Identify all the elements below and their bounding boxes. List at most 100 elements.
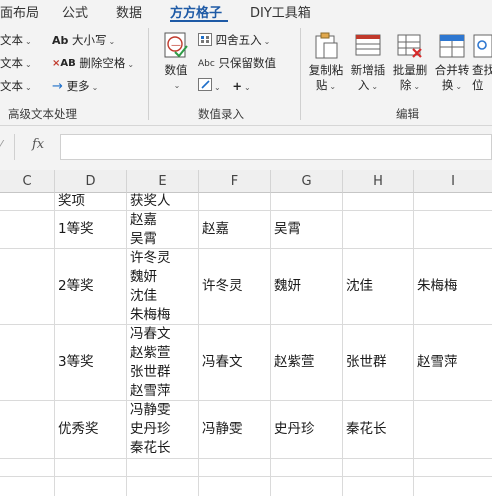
abc-icon: Abc (198, 58, 215, 69)
merge-convert-button[interactable]: 合并转 换 ⌄ (432, 32, 472, 94)
round-button[interactable]: 四舍五入 ⌄ (198, 32, 270, 49)
formula-bar-controls: ⁄ fx (0, 134, 58, 160)
group-label-numeric: 数值录入 (198, 107, 244, 121)
cell[interactable] (0, 249, 55, 325)
cell[interactable]: 1等奖 (55, 211, 127, 249)
tab-fangfanggezi[interactable]: 方方格子 (170, 2, 222, 21)
cell[interactable]: 优秀奖 (55, 401, 127, 459)
cell[interactable]: 朱梅梅 (414, 249, 492, 325)
cell[interactable]: 史丹珍 (271, 401, 343, 459)
cell[interactable] (414, 211, 492, 249)
column-header-c[interactable]: C (0, 170, 55, 193)
cell[interactable]: 奖项 (55, 193, 127, 211)
cell[interactable] (343, 193, 414, 211)
cell[interactable] (0, 325, 55, 401)
text-button-3[interactable]: 文本 ⌄ (0, 78, 32, 94)
cell[interactable] (0, 211, 55, 249)
cell[interactable] (271, 193, 343, 211)
cell[interactable] (414, 193, 492, 211)
cell[interactable]: 许冬灵 魏妍 沈佳 朱梅梅 (127, 249, 199, 325)
cell[interactable] (0, 459, 55, 477)
cell[interactable] (0, 193, 55, 211)
text-button-1[interactable]: 文本 ⌄ (0, 32, 32, 48)
cell[interactable] (127, 459, 199, 477)
tab-diy-toolbox[interactable]: DIY工具箱 (250, 2, 311, 21)
batch-delete-button[interactable]: 批量删 除 ⌄ (390, 32, 430, 94)
column-header-f[interactable]: F (199, 170, 271, 193)
column-header-g[interactable]: G (271, 170, 343, 193)
fx-icon[interactable]: fx (32, 137, 44, 152)
cell[interactable]: 许冬灵 (199, 249, 271, 325)
svg-text:—: — (171, 40, 181, 51)
cell[interactable]: 赵雪萍 (414, 325, 492, 401)
delete-space-button[interactable]: ×AB 删除空格 ⌄ (52, 55, 134, 71)
cell[interactable]: 冯春文 赵紫萱 张世群 赵雪萍 (127, 325, 199, 401)
cell[interactable] (127, 477, 199, 496)
value-button[interactable]: — 数值 ⌄ (158, 32, 194, 93)
copy-paste-button[interactable]: 复制粘 贴 ⌄ (306, 32, 346, 94)
tab-page-layout[interactable]: 面布局 (0, 2, 39, 21)
cell[interactable] (414, 401, 492, 459)
cell[interactable]: 张世群 (343, 325, 414, 401)
cell[interactable] (343, 459, 414, 477)
cell[interactable] (343, 211, 414, 249)
clipboard-icon (312, 32, 340, 63)
ribbon-separator (148, 28, 149, 120)
cell[interactable] (199, 459, 271, 477)
column-header-d[interactable]: D (55, 170, 127, 193)
insert-rows-icon (354, 32, 382, 63)
more-button[interactable]: → 更多 ⌄ (52, 78, 98, 94)
numeric-more-buttons[interactable]: ⌄ + ⌄ (198, 78, 251, 94)
cell[interactable]: 赵嘉 吴霄 (127, 211, 199, 249)
find-locate-button[interactable]: 查找 位 (472, 32, 492, 93)
cell[interactable] (414, 477, 492, 496)
cell[interactable]: 3等奖 (55, 325, 127, 401)
delete-grid-icon (396, 32, 424, 63)
cell[interactable] (414, 459, 492, 477)
column-header-e[interactable]: E (127, 170, 199, 193)
cell[interactable] (271, 477, 343, 496)
cell[interactable]: 魏妍 (271, 249, 343, 325)
cell[interactable] (55, 459, 127, 477)
arrow-right-icon: → (52, 79, 63, 94)
tab-formulas[interactable]: 公式 (62, 2, 88, 21)
cell[interactable]: 沈佳 (343, 249, 414, 325)
cell[interactable]: 赵嘉 (199, 211, 271, 249)
group-label-text: 高级文本处理 (8, 107, 77, 121)
round-icon (198, 32, 212, 49)
insert-button[interactable]: 新增插 入 ⌄ (348, 32, 388, 94)
tab-data[interactable]: 数据 (116, 2, 142, 21)
plus-icon: + (232, 79, 242, 93)
cell[interactable] (0, 477, 55, 496)
column-header-i[interactable]: I (414, 170, 492, 193)
cell[interactable]: 冯静雯 史丹珍 秦花长 (127, 401, 199, 459)
group-label-edit: 编辑 (396, 107, 419, 121)
value-icon: — (163, 32, 189, 63)
cell[interactable]: 赵紫萱 (271, 325, 343, 401)
cell[interactable]: 吴霄 (271, 211, 343, 249)
cell[interactable]: 冯静雯 (199, 401, 271, 459)
cell[interactable] (271, 459, 343, 477)
cell[interactable] (199, 477, 271, 496)
formula-input[interactable] (60, 134, 492, 160)
spreadsheet-grid: C D E F G H I 奖项 获奖人 1等奖 赵嘉 吴霄 赵嘉 吴霄 2等奖… (0, 170, 492, 496)
keep-value-button[interactable]: Abc 只保留数值 (198, 55, 276, 71)
text-button-2[interactable]: 文本 ⌄ (0, 55, 32, 71)
cancel-edit-icon[interactable]: ⁄ (0, 138, 2, 152)
cell[interactable] (199, 193, 271, 211)
cell[interactable] (0, 401, 55, 459)
column-header-h[interactable]: H (343, 170, 414, 193)
ribbon-tab-bar: 面布局 公式 数据 方方格子 DIY工具箱 (0, 0, 492, 22)
case-button[interactable]: Ab 大小写 ⌄ (52, 32, 115, 48)
cell[interactable]: 冯春文 (199, 325, 271, 401)
cell[interactable]: 秦花长 (343, 401, 414, 459)
cell[interactable] (55, 477, 127, 496)
cell[interactable]: 2等奖 (55, 249, 127, 325)
edit-grid-icon (198, 78, 212, 94)
ribbon: 文本 ⌄ 文本 ⌄ 文本 ⌄ Ab 大小写 ⌄ ×AB 删除空格 ⌄ → 更多 ⌄ 高级文本… (0, 22, 492, 126)
cell[interactable] (343, 477, 414, 496)
find-icon (472, 32, 492, 63)
cell[interactable]: 获奖人 (127, 193, 199, 211)
ribbon-separator (300, 28, 301, 120)
merge-table-icon (438, 32, 466, 63)
